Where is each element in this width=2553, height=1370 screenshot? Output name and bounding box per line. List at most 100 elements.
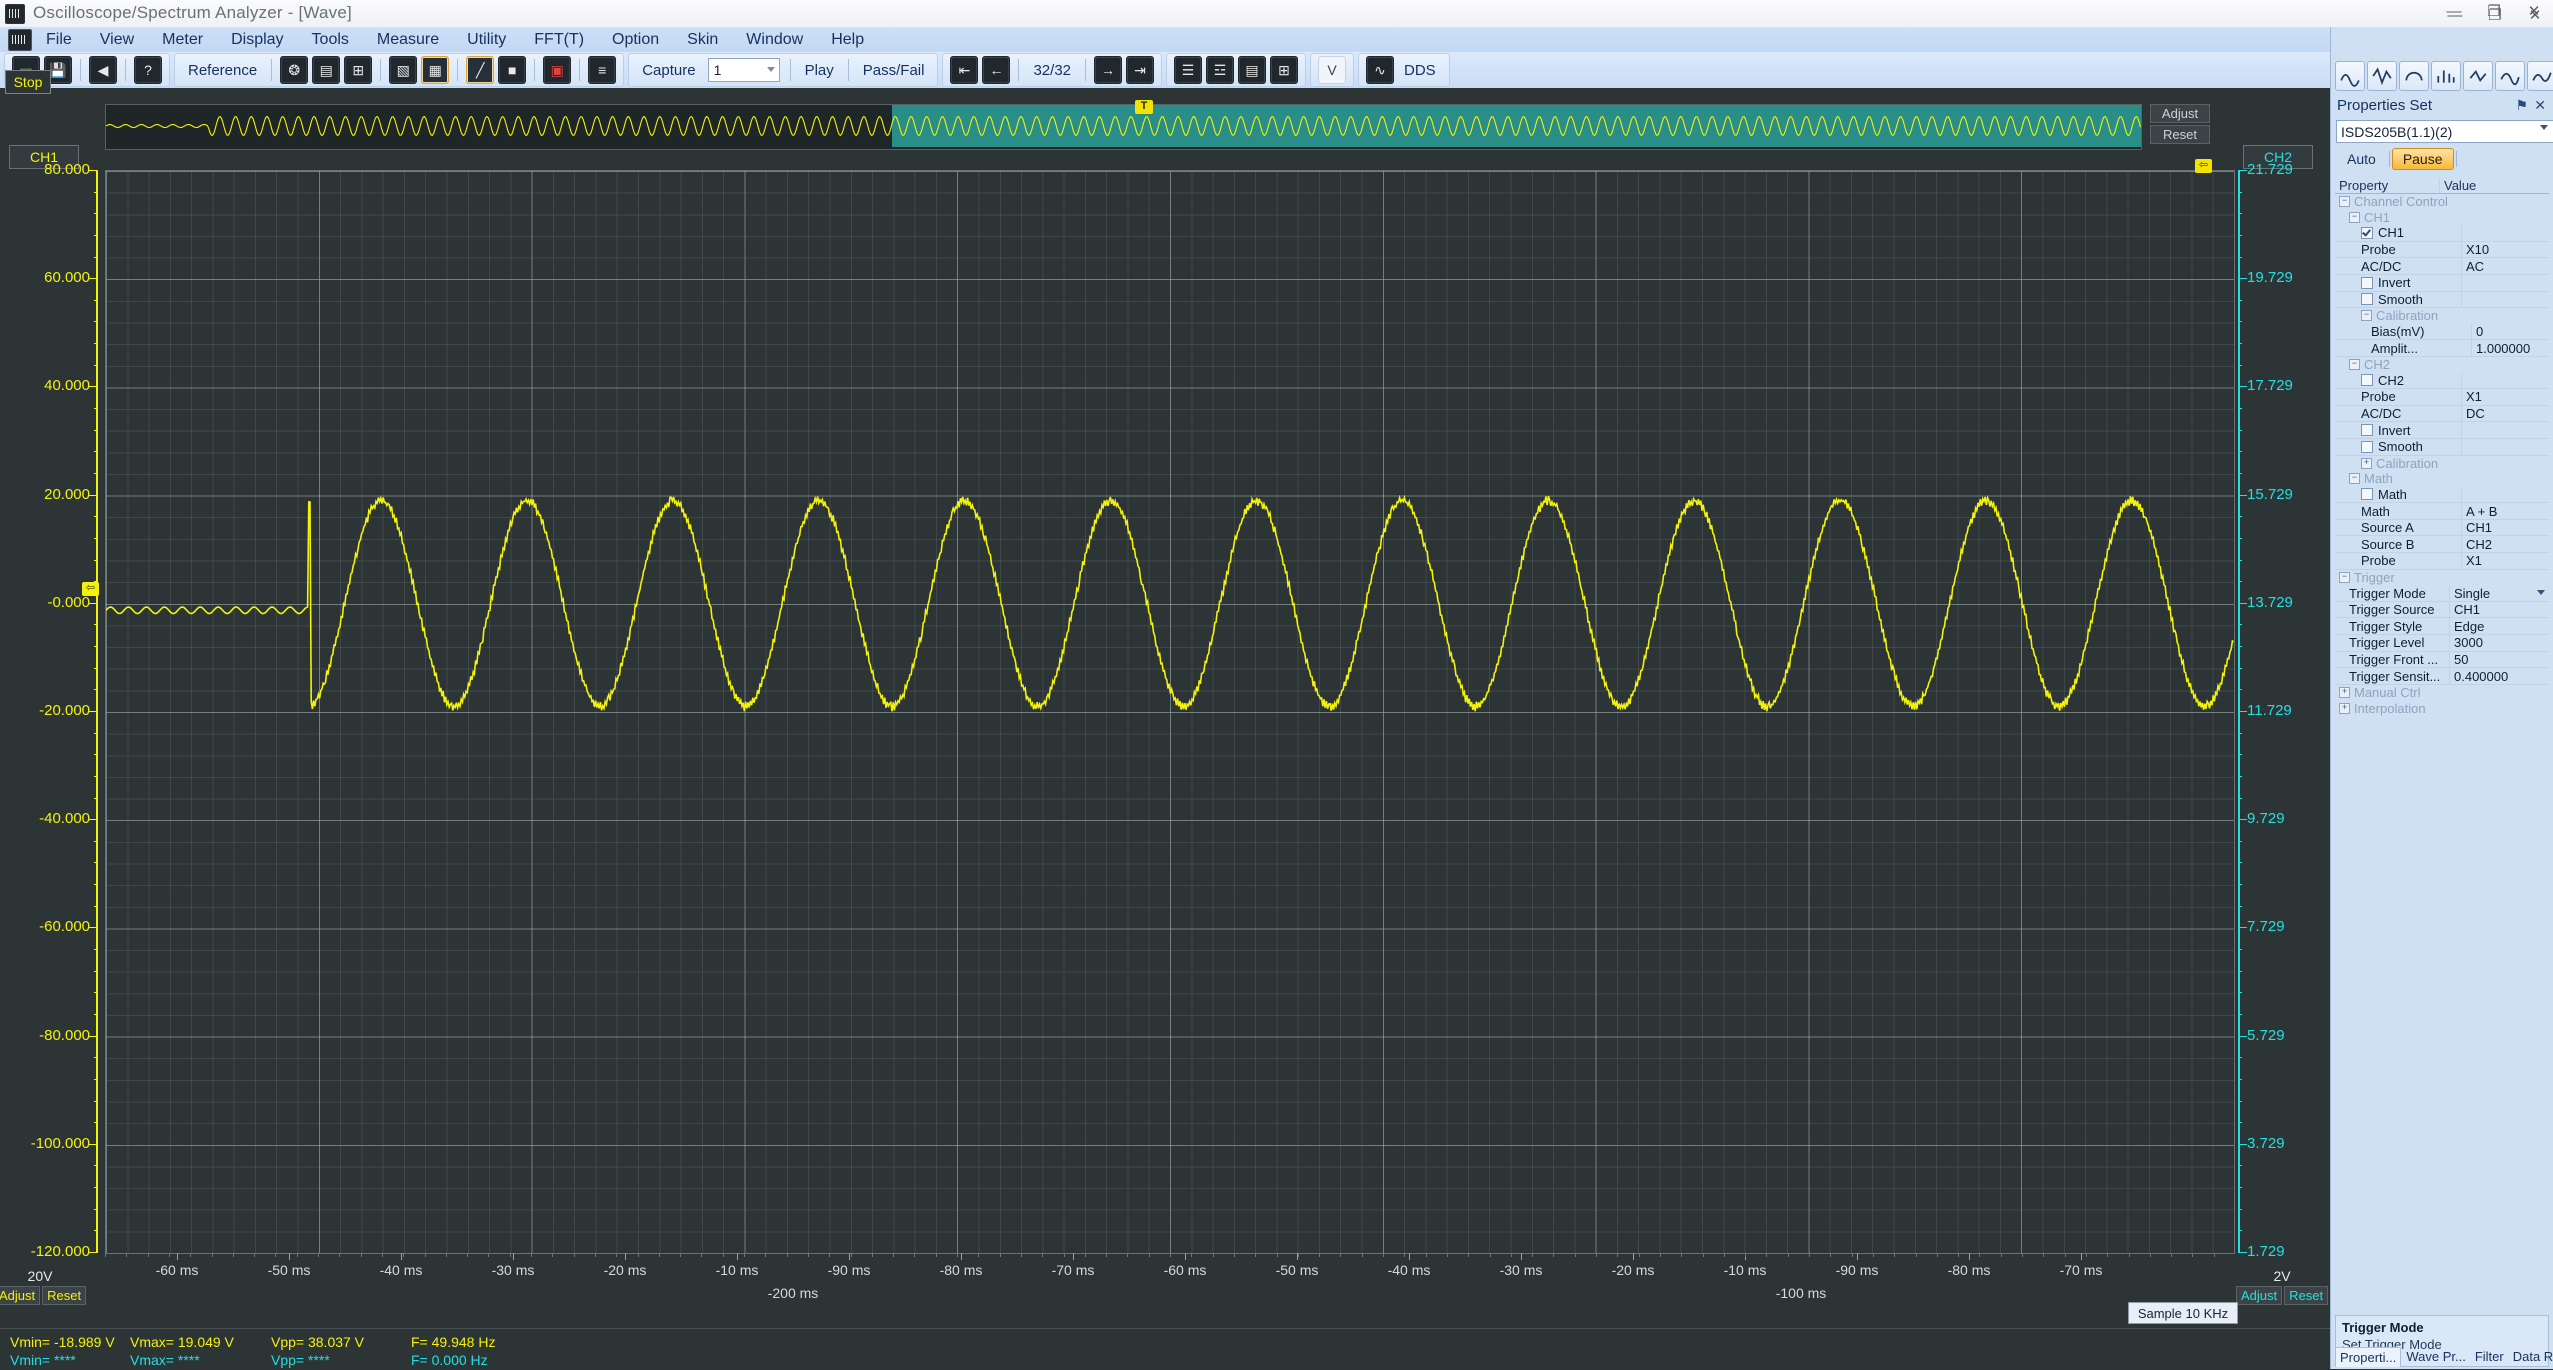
menu-item-view[interactable]: View [86, 29, 148, 51]
property-row[interactable]: Trigger Source CH1 [2335, 601, 2549, 619]
bars-tab-icon[interactable] [2431, 61, 2461, 91]
reference-button[interactable]: Reference [180, 62, 265, 79]
property-checkbox[interactable] [2361, 293, 2373, 306]
property-row[interactable]: AC/DC AC [2335, 258, 2549, 275]
property-checkbox[interactable] [2361, 488, 2373, 501]
panel-tab-wavepr[interactable]: Wave Pr... [2402, 1347, 2469, 1367]
menu-item-tools[interactable]: Tools [298, 29, 363, 51]
property-value[interactable]: 50 [2449, 651, 2549, 668]
ch1-adjust-button[interactable]: Adjust [0, 1286, 41, 1305]
property-row[interactable]: Trigger Level 3000 [2335, 635, 2549, 652]
property-value[interactable]: CH1 [2461, 519, 2549, 536]
panel-tab-datare[interactable]: Data Re... [2509, 1347, 2553, 1367]
inner-minimize-button[interactable]: — [2444, 7, 2466, 24]
expander-icon[interactable]: − [2349, 211, 2360, 223]
expander-icon[interactable]: − [2361, 310, 2372, 322]
property-row[interactable]: Bias(mV) 0 [2335, 323, 2549, 341]
property-value[interactable]: 1.000000 [2471, 340, 2549, 356]
wave2-tab-icon[interactable] [2367, 61, 2397, 91]
inner-close-button[interactable]: ✕ [2524, 6, 2546, 24]
property-row[interactable]: Probe X10 [2335, 241, 2549, 259]
property-row[interactable]: Invert [2335, 274, 2549, 292]
property-value[interactable]: 3000 [2449, 635, 2549, 651]
add-chart-icon[interactable]: ⊞ [344, 56, 373, 84]
trigger-marker[interactable]: T [1135, 100, 1153, 114]
screenshot-icon[interactable]: ▦ [421, 56, 450, 84]
pin-icon[interactable]: ⚑ [2515, 97, 2528, 114]
property-row[interactable]: AC/DC DC [2335, 405, 2549, 423]
autoset-icon[interactable]: ❂ [280, 56, 309, 84]
hammer-icon[interactable]: ◀ [89, 56, 117, 84]
property-value[interactable]: 0 [2471, 323, 2549, 340]
spectrum-tab-icon[interactable] [2399, 61, 2429, 91]
help-icon[interactable]: ? [134, 56, 162, 84]
auto-button[interactable]: Auto [2336, 148, 2387, 170]
pass-fail-button[interactable]: Pass/Fail [855, 62, 933, 79]
layout-split-icon[interactable]: ☲ [1206, 56, 1235, 84]
panel-close-icon[interactable]: ✕ [2534, 97, 2546, 114]
layout-cols-icon[interactable]: ▤ [1238, 56, 1267, 84]
property-group-row[interactable]: − Trigger [2335, 570, 2549, 586]
last-frame-icon[interactable]: ⇥ [1126, 56, 1155, 84]
property-row[interactable]: Math [2335, 486, 2549, 504]
property-value[interactable]: Edge [2449, 618, 2549, 635]
property-row[interactable]: Trigger Sensit... 0.400000 [2335, 668, 2549, 685]
property-row[interactable]: Probe X1 [2335, 553, 2549, 570]
ch1-reset-button[interactable]: Reset [42, 1286, 87, 1305]
property-row[interactable]: Invert [2335, 422, 2549, 439]
property-checkbox[interactable] [2361, 440, 2373, 453]
first-frame-icon[interactable]: ⇤ [950, 56, 979, 84]
expander-icon[interactable]: + [2339, 687, 2350, 699]
property-row[interactable]: Trigger Style Edge [2335, 618, 2549, 636]
columns-icon[interactable]: ▤ [312, 56, 341, 84]
ch2-ground-marker[interactable]: ⇦ [2195, 159, 2212, 173]
property-row[interactable]: Source B CH2 [2335, 536, 2549, 554]
property-value[interactable] [2461, 422, 2549, 438]
wave-tab-icon[interactable] [2335, 61, 2365, 91]
property-value[interactable] [2461, 486, 2549, 503]
property-value[interactable]: A + B [2461, 503, 2549, 519]
expander-icon[interactable]: − [2349, 473, 2360, 485]
layers-icon[interactable]: ▧ [389, 56, 418, 84]
menu-item-meter[interactable]: Meter [148, 29, 217, 51]
menu-item-display[interactable]: Display [217, 29, 297, 51]
property-value[interactable]: CH2 [2461, 536, 2549, 553]
property-value[interactable] [2461, 274, 2549, 291]
capture-count-input[interactable]: 1 [707, 58, 780, 82]
layout-rows-icon[interactable]: ☰ [1174, 56, 1203, 84]
square-tool-icon[interactable]: ■ [498, 56, 527, 84]
property-checkbox[interactable] [2361, 374, 2373, 387]
property-row[interactable]: CH2 [2335, 372, 2549, 390]
curve-tab-icon[interactable] [2527, 61, 2553, 91]
property-value[interactable]: AC [2461, 258, 2549, 274]
ch2-vertical-axis[interactable]: 21.729 19.729 17.729 15.729 13.729 11.729 9.72… [2233, 161, 2333, 1260]
panel-tab-filter[interactable]: Filter [2471, 1347, 2508, 1367]
property-group-row[interactable]: − Math [2335, 471, 2549, 487]
ch2-adjust-button[interactable]: Adjust [2235, 1286, 2283, 1305]
dds-label[interactable]: DDS [1396, 62, 1444, 79]
property-value[interactable]: X1 [2461, 389, 2549, 405]
next-frame-icon[interactable]: → [1094, 56, 1123, 84]
ch1-ground-marker[interactable]: ⇦ [82, 582, 99, 596]
property-value[interactable]: Single [2449, 585, 2549, 601]
property-group-row[interactable]: − Channel Control [2335, 194, 2549, 210]
menu-item-file[interactable]: File [32, 29, 86, 51]
chevron-down-icon[interactable] [766, 67, 775, 72]
property-checkbox[interactable] [2361, 226, 2373, 239]
property-row[interactable]: CH1 [2335, 225, 2549, 242]
menu-item-fft[interactable]: FFT(T) [520, 29, 598, 51]
ch2-reset-button[interactable]: Reset [2284, 1286, 2329, 1305]
property-value[interactable]: 0.400000 [2449, 668, 2549, 684]
property-group-row[interactable]: + Manual Ctrl [2335, 685, 2549, 701]
line-tool-icon[interactable]: ╱ [466, 56, 495, 84]
menu-item-option[interactable]: Option [598, 29, 673, 51]
overview-reset-button[interactable]: Reset [2150, 125, 2210, 144]
expander-icon[interactable]: − [2339, 571, 2350, 583]
property-value[interactable]: X1 [2461, 553, 2549, 569]
property-value[interactable] [2461, 372, 2549, 389]
property-group-row[interactable]: − CH1 [2335, 210, 2549, 226]
property-value[interactable]: X10 [2461, 241, 2549, 258]
play-button[interactable]: Play [797, 62, 842, 79]
property-value[interactable] [2461, 438, 2549, 455]
signal-tab-icon[interactable] [2495, 61, 2525, 91]
